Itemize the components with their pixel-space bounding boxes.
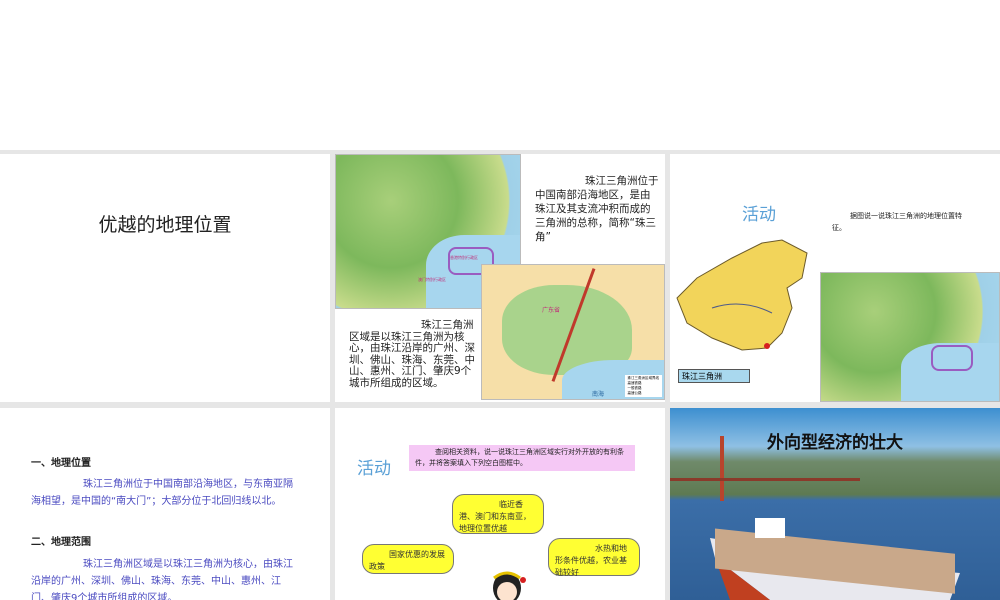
slide-thumbnail-3[interactable]: 活动 据图说一说珠江三角洲的地理位置特征。 珠江三角洲 bbox=[670, 154, 1000, 402]
location-text: 珠江三角洲位于中国南部沿海地区，与东南亚隔海相望，是中国的“南大门”；大部分位于… bbox=[31, 479, 293, 507]
region-label-box: 珠江三角洲 bbox=[678, 369, 750, 383]
activity-prompt: 据图说一说珠江三角洲的地理位置特征。 bbox=[832, 212, 962, 232]
slide-thumbnail-5[interactable]: 活动 查阅相关资料，说一说珠江三角洲区域实行对外开放的有利条件，并将答案填入下列… bbox=[335, 408, 665, 600]
slide-title: 外向型经济的壮大 bbox=[767, 433, 903, 453]
map-label-hk: 香港特别行政区 bbox=[450, 255, 478, 260]
slide-thumbnail-1[interactable]: 优越的地理位置 bbox=[0, 154, 330, 402]
slide-thumbnail-4[interactable]: 一、地理位置 珠江三角洲位于中国南部沿海地区，与东南亚隔海相望，是中国的“南大门… bbox=[0, 408, 330, 600]
blank-header-area bbox=[0, 0, 1000, 150]
slide-title: 优越的地理位置 bbox=[98, 214, 232, 236]
speech-bubble-policy: 国家优惠的发展政策 bbox=[362, 544, 454, 574]
map-label-macau: 澳门特别行政区 bbox=[418, 277, 446, 282]
range-text: 珠江三角洲区域是以珠江三角洲为核心，由珠江沿岸的广州、深圳、佛山、珠海、东莞、中… bbox=[31, 559, 293, 600]
speech-bubble-agriculture: 水热和地形条件优越，农业基础较好 bbox=[548, 538, 640, 577]
section-heading-range: 二、地理范围 bbox=[31, 537, 91, 548]
speech-bubble-location: 临近香港、澳门和东南亚，地理位置优越 bbox=[452, 494, 544, 534]
slide-thumbnail-2[interactable]: 香港特别行政区 澳门特别行政区 珠江三角洲位于中国南部沿海地区，是由珠江及其支流… bbox=[335, 154, 665, 402]
intro-text: 珠江三角洲位于中国南部沿海地区，是由珠江及其支流冲积而成的三角洲的总称，简称“珠… bbox=[535, 175, 659, 243]
slide-thumbnail-6[interactable]: 外向型经济的壮大 bbox=[670, 408, 1000, 600]
activity-heading: 活动 bbox=[742, 205, 776, 225]
region-map: 广东省 南海 珠江三角洲区域界线 高速铁路 一般铁路 高速公路 bbox=[481, 264, 665, 400]
activity-prompt: 查阅相关资料，说一说珠江三角洲区域实行对外开放的有利条件，并将答案填入下列空白图… bbox=[409, 445, 635, 471]
activity-heading: 活动 bbox=[357, 459, 391, 479]
region-text: 珠江三角洲区域是以珠江三角洲为核心，由珠江沿岸的广州、深圳、佛山、珠海、东莞、中… bbox=[349, 319, 475, 389]
map-label-sea: 南海 bbox=[592, 391, 605, 398]
china-map bbox=[676, 239, 808, 351]
container-ship-image bbox=[710, 518, 960, 600]
map-legend: 珠江三角洲区域界线 高速铁路 一般铁路 高速公路 bbox=[624, 375, 662, 397]
section-heading-location: 一、地理位置 bbox=[31, 458, 91, 469]
cartoon-girl-icon bbox=[493, 571, 526, 600]
delta-detail-map bbox=[820, 272, 1000, 402]
map-label-province: 广东省 bbox=[542, 307, 561, 314]
